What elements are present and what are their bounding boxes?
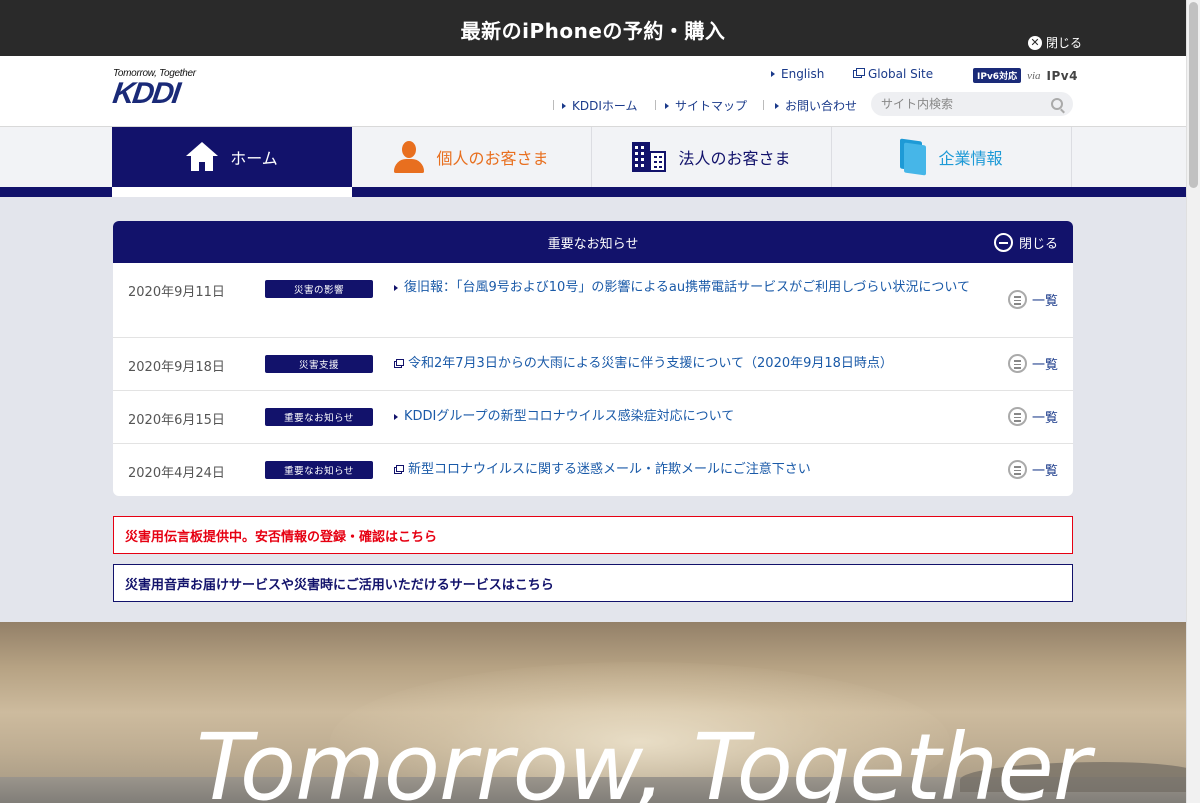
- notice-link-text: KDDIグループの新型コロナウイルス感染症対応について: [404, 409, 735, 424]
- notice-date: 2020年4月24日: [128, 466, 225, 481]
- kddi-logo[interactable]: Tomorrow, Together KDDI: [110, 68, 213, 114]
- notice-row: 2020年4月24日 重要なお知らせ 新型コロナウイルスに関する迷惑メール・詐欺…: [113, 444, 1073, 496]
- notice-row: 2020年9月11日 災害の影響 復旧報：「台風9号および10号」の影響によるa…: [113, 263, 1073, 338]
- notice-list-link[interactable]: 一覧: [1007, 354, 1058, 373]
- promo-close-label: 閉じる: [1045, 36, 1082, 50]
- notice-category-badge: 災害支援: [265, 355, 373, 373]
- contact-link-label: お問い合わせ: [785, 99, 858, 113]
- logo-wordmark: KDDI: [110, 77, 181, 110]
- notice-list-label: 一覧: [1031, 464, 1058, 479]
- sitemap-link-label: サイトマップ: [675, 99, 748, 113]
- arrow-icon: [394, 285, 398, 291]
- home-icon: [186, 142, 219, 172]
- page-scrollbar[interactable]: [1186, 0, 1200, 803]
- notice-list-link[interactable]: 一覧: [1007, 290, 1058, 309]
- notice-link-text: 令和2年7月3日からの大雨による災害に伴う支援について（2020年9月18日時点…: [408, 356, 893, 371]
- sitemap-link[interactable]: サイトマップ: [665, 97, 747, 114]
- promo-banner[interactable]: 最新のiPhoneの予約・購入 ✕ 閉じる: [0, 0, 1186, 56]
- notice-link-text: 新型コロナウイルスに関する迷惑メール・詐欺メールにご注意下さい: [408, 462, 811, 477]
- ipv6-via: via: [1027, 69, 1041, 82]
- notice-link[interactable]: 新型コロナウイルスに関する迷惑メール・詐欺メールにご注意下さい: [394, 459, 984, 481]
- notice-list-label: 一覧: [1031, 294, 1058, 309]
- arrow-icon: [665, 102, 669, 109]
- nav-item-personal[interactable]: 個人のお客さま: [352, 127, 592, 187]
- notice-list-label: 一覧: [1031, 411, 1058, 426]
- notice-row: 2020年6月15日 重要なお知らせ KDDIグループの新型コロナウイルス感染症…: [113, 391, 1073, 444]
- list-icon: [1007, 460, 1027, 479]
- building-icon: [632, 142, 667, 172]
- notice-category-badge: 重要なお知らせ: [265, 461, 373, 479]
- notice-list-label: 一覧: [1031, 358, 1058, 373]
- notice-link[interactable]: 復旧報：「台風9号および10号」の影響によるau携帯電話サービスがご利用しづらい…: [394, 277, 984, 299]
- notice-close-button[interactable]: 閉じる: [993, 233, 1058, 252]
- close-icon: ✕: [1027, 35, 1042, 50]
- disaster-services-link[interactable]: 災害用音声お届けサービスや災害時にご活用いただけるサービスはこちら: [113, 564, 1073, 602]
- divider: [763, 100, 764, 110]
- arrow-icon: [775, 102, 779, 109]
- important-notice-panel: 重要なお知らせ 閉じる 2020年9月11日 災害の影響 復旧報：「台風9号およ…: [113, 221, 1073, 496]
- person-icon: [394, 141, 425, 173]
- scrollbar-thumb[interactable]: [1189, 2, 1198, 188]
- nav-item-corporate-info[interactable]: 企業情報: [832, 127, 1072, 187]
- notice-list-link[interactable]: 一覧: [1007, 407, 1058, 426]
- external-link-icon: [394, 359, 404, 368]
- list-icon: [1007, 290, 1027, 309]
- main-nav: ホーム 個人のお客さま 法人のお客さま 企業情報: [112, 127, 1073, 197]
- arrow-icon: [562, 102, 566, 109]
- book-icon: [900, 140, 926, 174]
- promo-text[interactable]: 最新のiPhoneの予約・購入: [0, 15, 1186, 44]
- search-icon[interactable]: [1051, 98, 1063, 110]
- external-link-icon: [853, 68, 865, 78]
- english-link-label: English: [781, 67, 825, 81]
- list-icon: [1007, 354, 1027, 373]
- kddi-home-link-label: KDDIホーム: [572, 99, 638, 113]
- notice-date: 2020年9月11日: [128, 285, 225, 300]
- kddi-home-link[interactable]: KDDIホーム: [562, 97, 638, 114]
- notice-link[interactable]: KDDIグループの新型コロナウイルス感染症対応について: [394, 406, 984, 428]
- notice-date: 2020年9月18日: [128, 360, 225, 375]
- notice-category-badge: 重要なお知らせ: [265, 408, 373, 426]
- notice-header: 重要なお知らせ 閉じる: [113, 221, 1073, 263]
- contact-link[interactable]: お問い合わせ: [775, 97, 857, 114]
- nav-item-home-label: ホーム: [230, 149, 278, 168]
- global-site-link-label: Global Site: [868, 67, 934, 81]
- notice-close-label: 閉じる: [1018, 237, 1058, 252]
- nav-item-business[interactable]: 法人のお客さま: [592, 127, 832, 187]
- site-search[interactable]: [871, 92, 1073, 116]
- notice-link[interactable]: 令和2年7月3日からの大雨による災害に伴う支援について（2020年9月18日時点…: [394, 353, 984, 375]
- nav-item-home[interactable]: ホーム: [112, 127, 352, 197]
- nav-item-corporate-info-label: 企業情報: [938, 149, 1003, 168]
- english-link[interactable]: English: [771, 67, 824, 81]
- search-input[interactable]: [881, 97, 1051, 111]
- disaster-message-board-link[interactable]: 災害用伝言板提供中。安否情報の登録・確認はこちら: [113, 516, 1073, 554]
- arrow-icon: [394, 414, 398, 420]
- arrow-icon: [771, 71, 775, 77]
- divider: [553, 100, 554, 110]
- notice-date: 2020年6月15日: [128, 413, 225, 428]
- global-site-link[interactable]: Global Site: [853, 67, 933, 81]
- ipv6-badge-group[interactable]: IPv6対応 via IPv4: [973, 68, 1078, 83]
- divider: [655, 100, 656, 110]
- notice-row: 2020年9月18日 災害支援 令和2年7月3日からの大雨による災害に伴う支援に…: [113, 338, 1073, 391]
- notice-title: 重要なお知らせ: [547, 236, 639, 252]
- ipv6-badge: IPv6対応: [973, 68, 1022, 83]
- hero-headline: Tomorrow, Together: [196, 714, 1091, 803]
- external-link-icon: [394, 465, 404, 474]
- hero-banner[interactable]: Tomorrow, Together: [0, 622, 1186, 803]
- list-icon: [1007, 407, 1027, 426]
- promo-close-button[interactable]: ✕ 閉じる: [1027, 34, 1082, 51]
- notice-link-text: 復旧報：「台風9号および10号」の影響によるau携帯電話サービスがご利用しづらい…: [404, 280, 970, 295]
- collapse-icon: [993, 233, 1013, 252]
- ipv4-label: IPv4: [1046, 68, 1078, 83]
- notice-category-badge: 災害の影響: [265, 280, 373, 298]
- nav-item-business-label: 法人のお客さま: [678, 149, 791, 168]
- notice-list-link[interactable]: 一覧: [1007, 460, 1058, 479]
- nav-item-personal-label: 個人のお客さま: [436, 149, 549, 168]
